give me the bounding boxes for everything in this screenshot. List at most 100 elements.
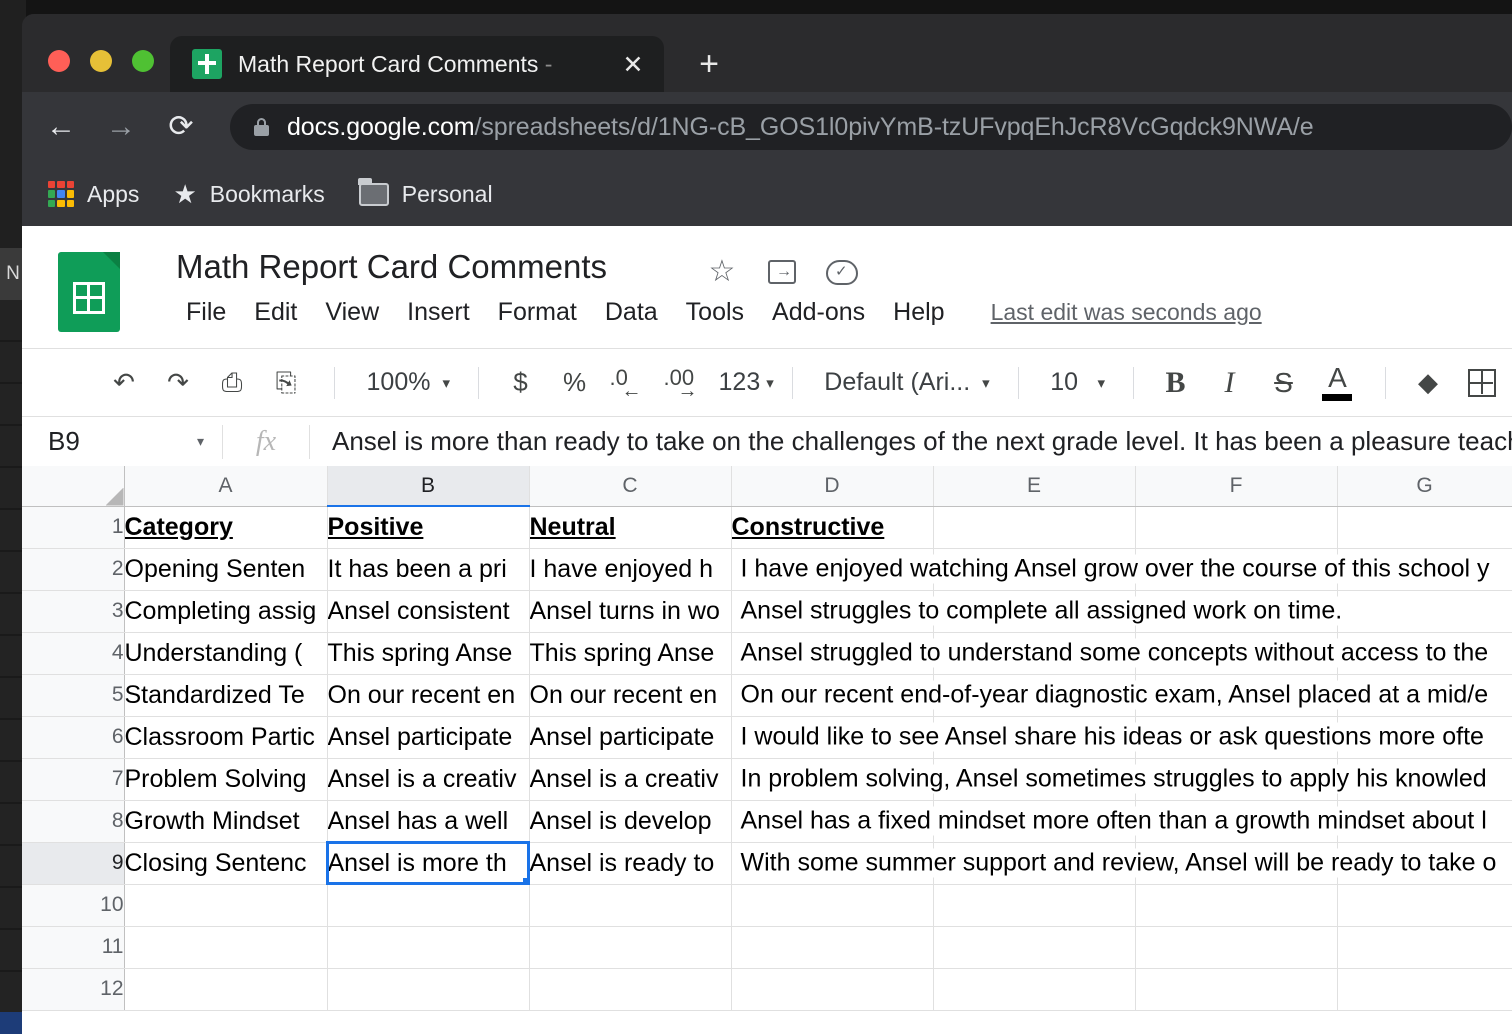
cell-f11[interactable] [1135,926,1338,969]
cell-b8[interactable]: Ansel has a well [327,800,530,843]
cell-a11[interactable] [124,926,328,969]
currency-format-button[interactable]: $ [497,359,545,407]
column-header-d[interactable]: D [731,466,934,507]
cell-c5[interactable]: On our recent en [529,674,732,717]
cell-c10[interactable] [529,884,732,927]
cell-f12[interactable] [1135,968,1338,1011]
document-title[interactable]: Math Report Card Comments [176,248,607,286]
cell-f10[interactable] [1135,884,1338,927]
reload-icon[interactable]: ⟳ [158,104,204,150]
cell-g3[interactable] [1337,590,1512,633]
last-edit-status[interactable]: Last edit was seconds ago [991,299,1262,326]
cloud-saved-icon[interactable]: ✓ [826,256,858,288]
cell-c6[interactable]: Ansel participate [529,716,732,759]
column-header-c[interactable]: C [529,466,732,507]
menu-item-edit[interactable]: Edit [240,294,311,331]
strikethrough-button[interactable]: S [1259,359,1307,407]
cell-e11[interactable] [933,926,1136,969]
redo-icon[interactable]: ↷ [154,359,202,407]
cell-a2[interactable]: Opening Senten [124,548,328,591]
minimize-window-button[interactable] [90,50,112,72]
cell-d10[interactable] [731,884,934,927]
browser-tab-active[interactable]: Math Report Card Comments - ✕ [170,36,664,92]
borders-icon[interactable] [1458,359,1506,407]
cell-a3[interactable]: Completing assig [124,590,328,633]
menu-item-help[interactable]: Help [879,294,958,331]
row-header-11[interactable]: 11 [22,926,125,969]
cell-a4[interactable]: Understanding ( [124,632,328,675]
fill-handle[interactable] [522,877,528,883]
cell-e1[interactable] [933,506,1136,549]
cell-b4[interactable]: This spring Anse [327,632,530,675]
cell-c2[interactable]: I have enjoyed h [529,548,732,591]
bookmark-personal[interactable]: Personal [358,177,493,208]
menu-item-format[interactable]: Format [484,294,591,331]
text-color-button[interactable]: A [1313,359,1361,407]
formula-input[interactable]: Ansel is more than ready to take on the … [310,426,1512,457]
move-to-folder-icon[interactable]: → [766,256,798,288]
cell-a7[interactable]: Problem Solving [124,758,328,801]
column-header-f[interactable]: F [1135,466,1338,507]
menu-item-data[interactable]: Data [591,294,672,331]
close-window-button[interactable] [48,50,70,72]
cell-d3[interactable]: Ansel struggles to complete all assigned… [731,590,1347,633]
address-bar[interactable]: docs.google.com/spreadsheets/d/1NG-cB_GO… [230,104,1512,150]
maximize-window-button[interactable] [132,50,154,72]
cell-a10[interactable] [124,884,328,927]
menu-item-insert[interactable]: Insert [393,294,484,331]
cell-b3[interactable]: Ansel consistent [327,590,530,633]
cell-e12[interactable] [933,968,1136,1011]
cell-g12[interactable] [1337,968,1512,1011]
column-header-b[interactable]: B [327,466,530,507]
cell-b12[interactable] [327,968,530,1011]
row-header-6[interactable]: 6 [22,716,125,759]
column-header-e[interactable]: E [933,466,1136,507]
cell-d12[interactable] [731,968,934,1011]
cell-c3[interactable]: Ansel turns in wo [529,590,732,633]
row-header-12[interactable]: 12 [22,968,125,1011]
row-header-9[interactable]: 9 [22,842,125,885]
column-header-g[interactable]: G [1337,466,1512,507]
cell-a6[interactable]: Classroom Partic [124,716,328,759]
cell-d5[interactable]: On our recent end-of-year diagnostic exa… [731,674,1493,717]
cell-c9[interactable]: Ansel is ready to [529,842,732,885]
select-all-corner[interactable] [22,466,125,507]
cell-a12[interactable] [124,968,328,1011]
font-size-select[interactable]: 10 ▾ [1036,359,1115,407]
cell-g11[interactable] [1337,926,1512,969]
italic-button[interactable]: I [1205,359,1253,407]
star-icon[interactable]: ☆ [706,256,738,288]
back-arrow-icon[interactable]: ← [38,104,84,150]
cell-d7[interactable]: In problem solving, Ansel sometimes stru… [731,758,1491,801]
bookmark-bookmarks[interactable]: ★ Bookmarks [173,181,324,208]
cell-e10[interactable] [933,884,1136,927]
increase-decimal-button[interactable]: .00 → [659,359,707,407]
cell-b1[interactable]: Positive [327,506,530,549]
cell-c7[interactable]: Ansel is a creativ [529,758,732,801]
cell-b11[interactable] [327,926,530,969]
chevron-down-icon[interactable]: ▾ [197,433,204,450]
decrease-decimal-button[interactable]: .0 ← [605,359,653,407]
cell-c11[interactable] [529,926,732,969]
paint-format-icon[interactable]: ⎘ [262,359,310,407]
row-header-8[interactable]: 8 [22,800,125,843]
cell-b10[interactable] [327,884,530,927]
bookmark-apps[interactable]: Apps [48,181,139,208]
column-header-a[interactable]: A [124,466,328,507]
cell-c12[interactable] [529,968,732,1011]
row-header-3[interactable]: 3 [22,590,125,633]
menu-item-view[interactable]: View [311,294,393,331]
name-box[interactable]: B9 ▾ [22,417,222,467]
new-tab-button[interactable]: + [690,46,728,84]
number-format-select[interactable]: 123 ▾ [713,359,774,407]
cell-a1[interactable]: Category [124,506,328,549]
cell-d4[interactable]: Ansel struggled to understand some conce… [731,632,1493,675]
menu-item-addons[interactable]: Add-ons [758,294,879,331]
cell-d8[interactable]: Ansel has a fixed mindset more often tha… [731,800,1491,843]
zoom-select[interactable]: 100% ▾ [353,359,460,407]
menu-item-file[interactable]: File [172,294,240,331]
close-icon[interactable]: ✕ [620,52,646,78]
row-header-5[interactable]: 5 [22,674,125,717]
undo-icon[interactable]: ↶ [100,359,148,407]
cell-g1[interactable] [1337,506,1512,549]
